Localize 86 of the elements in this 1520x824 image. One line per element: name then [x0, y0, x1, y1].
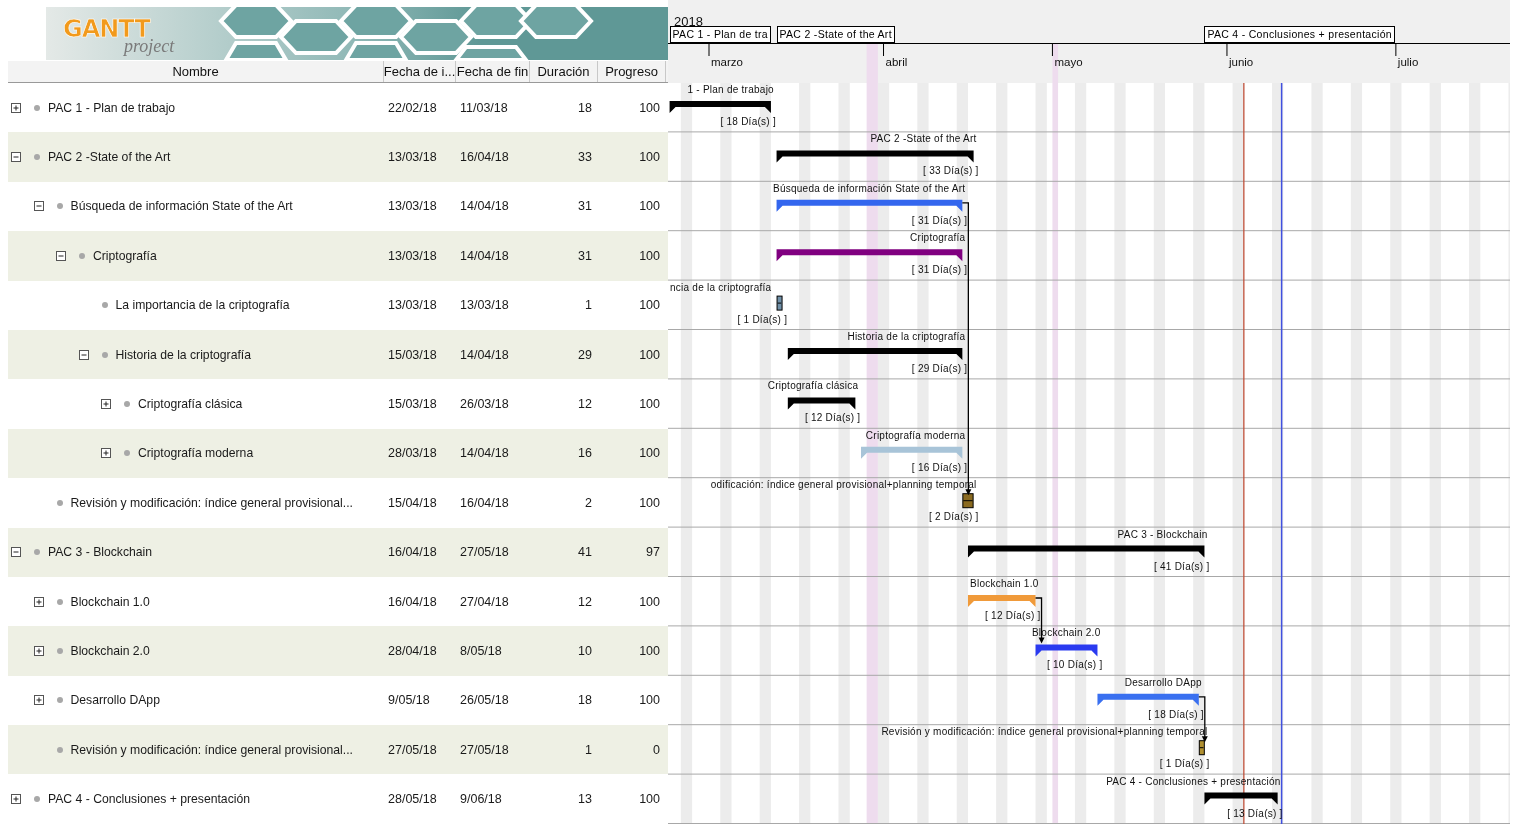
duration: 31: [577, 248, 593, 263]
end-date: 26/05/18: [459, 693, 510, 708]
end-date: 16/04/18: [459, 495, 510, 510]
timeline-summary-box: PAC 1 - Plan de tra: [669, 26, 771, 43]
start-date: 22/02/18: [387, 100, 438, 115]
month-label: junio: [1228, 56, 1254, 68]
progress: 0: [652, 742, 661, 757]
duration: 18: [577, 100, 593, 115]
duration: 12: [577, 397, 593, 412]
end-date: 14/04/18: [459, 248, 510, 263]
timeline-summary-box: PAC 2 -State of the Art: [776, 26, 895, 43]
end-date: 27/05/18: [459, 545, 510, 560]
bar-label: PAC 2 -State of the Art: [870, 133, 977, 145]
duration-label: [ 41 Día(s) ]: [1153, 560, 1210, 572]
end-date: 14/04/18: [459, 446, 510, 461]
duration-label: [ 1 Día(s) ]: [737, 313, 788, 325]
progress: 97: [645, 545, 661, 560]
start-date: 28/04/18: [387, 644, 438, 658]
bar-label: Blockchain 1.0: [970, 578, 1039, 589]
bar-label: 1 - Plan de trabajo: [687, 84, 774, 95]
year-label: 2018: [674, 14, 703, 29]
duration-label: [ 12 Día(s) ]: [985, 610, 1041, 621]
start-date: 13/03/18: [387, 150, 438, 165]
duration: 12: [577, 594, 593, 609]
start-date: 15/03/18: [387, 397, 438, 412]
progress: 100: [638, 594, 661, 609]
bar-label: Criptografía: [910, 232, 966, 244]
end-date: 14/04/18: [459, 199, 510, 214]
start-date: 13/03/18: [387, 199, 438, 214]
bar-label: Criptografía clásica: [767, 380, 859, 392]
progress: 100: [638, 644, 661, 658]
progress: 100: [638, 495, 661, 510]
duration: 16: [577, 446, 593, 461]
end-date: 13/03/18: [459, 298, 510, 313]
start-date: 9/05/18: [387, 693, 431, 708]
bar-label: Búsqueda de información State of the Art: [773, 182, 966, 194]
duration: 1: [584, 298, 593, 313]
start-date: 15/03/18: [387, 347, 438, 362]
end-date: 14/04/18: [459, 347, 510, 362]
start-date: 13/03/18: [387, 248, 438, 263]
progress: 100: [638, 693, 661, 708]
month-label: julio: [1397, 56, 1419, 68]
duration: 1: [584, 742, 593, 757]
duration-label: [ 18 Día(s) ]: [1148, 708, 1204, 720]
duration-label: [ 16 Día(s) ]: [911, 461, 968, 473]
end-date: 27/05/18: [459, 742, 510, 757]
bar-label: ncia de la criptografía: [670, 281, 772, 293]
bar-label: PAC 3 - Blockchain: [1117, 528, 1208, 540]
end-date: 26/03/18: [459, 397, 510, 412]
month-label: marzo: [711, 56, 743, 68]
start-date: 16/04/18: [387, 594, 438, 609]
start-date: 28/05/18: [387, 792, 438, 807]
end-date: 8/05/18: [459, 644, 503, 658]
duration: 13: [577, 792, 593, 807]
start-date: 15/04/18: [387, 495, 438, 510]
bar-label: Criptografía moderna: [865, 429, 966, 441]
start-date: 16/04/18: [387, 545, 438, 560]
duration-label: [ 10 Día(s) ]: [1046, 659, 1103, 671]
duration-label: [ 18 Día(s) ]: [720, 116, 776, 127]
end-date: 11/03/18: [459, 100, 509, 115]
duration: 41: [577, 545, 593, 560]
end-date: 27/04/18: [459, 594, 510, 609]
start-date: 13/03/18: [387, 298, 438, 313]
progress: 100: [638, 792, 661, 807]
month-label: mayo: [1054, 56, 1083, 68]
duration-label: [ 31 Día(s) ]: [911, 264, 968, 276]
duration-label: [ 33 Día(s) ]: [923, 165, 979, 177]
duration: 33: [577, 150, 593, 165]
month-label: abril: [885, 56, 908, 68]
bar-label: Historia de la criptografía: [847, 331, 966, 342]
duration-label: [ 1 Día(s) ]: [1159, 758, 1210, 770]
duration-label: [ 12 Día(s) ]: [804, 412, 861, 424]
start-date: 27/05/18: [387, 742, 438, 757]
duration-label: [ 2 Día(s) ]: [928, 511, 979, 523]
timeline-summary-box: PAC 4 - Conclusiones + presentación: [1204, 26, 1395, 43]
duration-label: [ 29 Día(s) ]: [911, 363, 968, 374]
start-date: 28/03/18: [387, 446, 438, 461]
duration: 18: [577, 693, 593, 708]
end-date: 16/04/18: [459, 150, 510, 165]
duration: 29: [577, 347, 593, 362]
duration: 2: [584, 495, 593, 510]
end-date: 9/06/18: [459, 792, 503, 807]
duration-label: [ 31 Día(s) ]: [911, 214, 968, 226]
bar-label: Desarrollo DApp: [1124, 676, 1202, 688]
duration: 10: [577, 644, 593, 658]
duration: 31: [577, 199, 593, 214]
